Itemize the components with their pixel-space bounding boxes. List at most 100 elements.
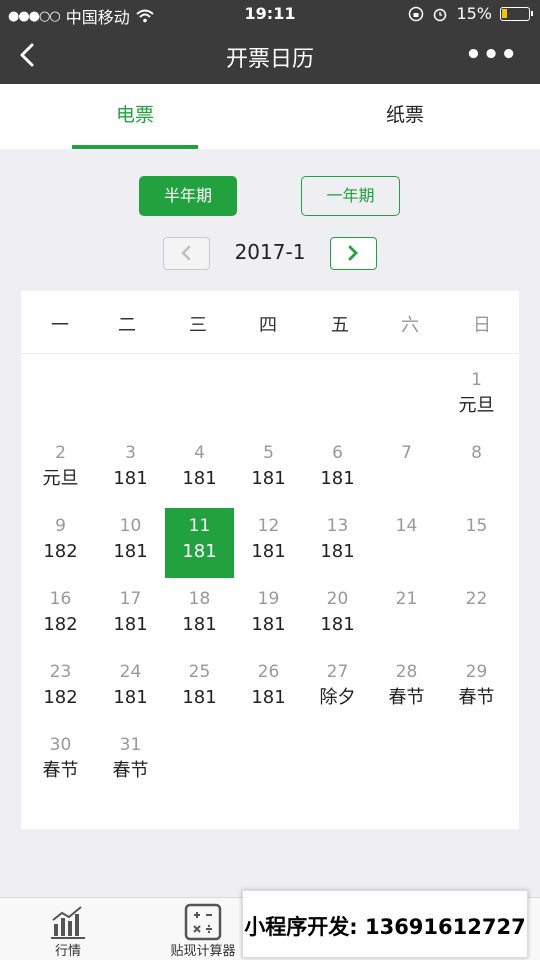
calendar-day[interactable]: 3 181 xyxy=(96,435,165,505)
day-number: 9 xyxy=(55,516,66,536)
calendar-day[interactable]: 24 181 xyxy=(96,654,165,724)
status-right: 15% xyxy=(408,4,533,23)
calendar-day[interactable]: 28 春节 xyxy=(372,654,441,724)
calendar-day[interactable]: 8 xyxy=(442,435,511,505)
tab-electronic[interactable]: 电票 xyxy=(0,84,270,149)
one-year-button[interactable]: 一年期 xyxy=(301,176,400,216)
calendar-day[interactable]: 25 181 xyxy=(165,654,234,724)
more-menu-icon[interactable]: ••• xyxy=(465,40,518,70)
calendar-day[interactable]: 27 除夕 xyxy=(303,654,372,724)
calendar-day[interactable]: 10 181 xyxy=(96,508,165,578)
day-number: 23 xyxy=(49,662,72,682)
day-number: 19 xyxy=(257,589,280,609)
day-number: 2 xyxy=(55,443,66,463)
next-month-button[interactable] xyxy=(330,237,377,270)
tabbar-item-calculator[interactable]: 贴现计算器 xyxy=(160,898,246,960)
calendar-day[interactable]: 2 元旦 xyxy=(26,435,95,505)
ticket-type-tabs: 电票 纸票 xyxy=(0,84,540,149)
day-number: 16 xyxy=(49,589,72,609)
day-number: 20 xyxy=(326,589,349,609)
calendar-day[interactable]: 22 xyxy=(442,581,511,651)
calendar-day[interactable]: 12 181 xyxy=(234,508,303,578)
nav-bar: 开票日历 ••• xyxy=(0,28,540,84)
battery-percent: 15% xyxy=(456,4,492,23)
weekday-thu: 四 xyxy=(259,315,277,336)
day-number: 17 xyxy=(119,589,142,609)
weekday-wed: 三 xyxy=(189,315,207,336)
day-number: 12 xyxy=(257,516,280,536)
tab-paper[interactable]: 纸票 xyxy=(270,84,540,149)
day-number: 11 xyxy=(188,516,211,536)
half-year-button[interactable]: 半年期 xyxy=(139,176,237,216)
calendar-day[interactable]: 20 181 xyxy=(303,581,372,651)
calendar-day[interactable]: 13 181 xyxy=(303,508,372,578)
day-number: 6 xyxy=(332,443,343,463)
day-value: 181 xyxy=(113,614,148,635)
day-number: 26 xyxy=(257,662,280,682)
calendar-day[interactable]: 9 182 xyxy=(26,508,95,578)
calendar-day[interactable]: 7 xyxy=(372,435,441,505)
calendar-day[interactable]: 19 181 xyxy=(234,581,303,651)
day-value: 181 xyxy=(251,541,286,562)
calendar-day[interactable]: 21 xyxy=(372,581,441,651)
weekday-tue: 二 xyxy=(118,315,136,336)
calendar-day[interactable]: 18 181 xyxy=(165,581,234,651)
day-value: 181 xyxy=(113,541,148,562)
weekday-fri: 五 xyxy=(331,315,349,336)
day-number: 29 xyxy=(465,662,488,682)
active-tab-indicator xyxy=(72,145,198,149)
calendar-day[interactable]: 26 181 xyxy=(234,654,303,724)
day-value: 春节 xyxy=(388,687,425,708)
day-number: 15 xyxy=(465,516,488,536)
current-month: 2017-1 xyxy=(234,240,306,264)
promo-text: 小程序开发: 13691612727 xyxy=(244,915,526,939)
day-value: 元旦 xyxy=(42,468,79,489)
promo-banner: 小程序开发: 13691612727 xyxy=(242,890,528,958)
day-number: 21 xyxy=(395,589,418,609)
calendar-day[interactable]: 17 181 xyxy=(96,581,165,651)
day-value: 181 xyxy=(182,614,217,635)
calendar-day[interactable]: 14 xyxy=(372,508,441,578)
day-number: 28 xyxy=(395,662,418,682)
battery-icon xyxy=(500,6,533,21)
day-value: 元旦 xyxy=(458,395,495,416)
day-number: 30 xyxy=(49,735,72,755)
day-value: 182 xyxy=(43,687,78,708)
day-number: 24 xyxy=(119,662,142,682)
day-value: 181 xyxy=(251,687,286,708)
prev-month-button[interactable] xyxy=(163,237,210,270)
day-value: 181 xyxy=(251,468,286,489)
page-title: 开票日历 xyxy=(225,47,314,72)
chevron-left-icon xyxy=(181,245,191,261)
calendar-day[interactable]: 1 元旦 xyxy=(442,362,511,432)
calendar-day[interactable]: 29 春节 xyxy=(442,654,511,724)
weekday-mon: 一 xyxy=(51,315,69,336)
day-value: 181 xyxy=(320,614,355,635)
day-value: 181 xyxy=(320,468,355,489)
day-value: 181 xyxy=(182,541,217,562)
day-value: 181 xyxy=(113,687,148,708)
day-number: 25 xyxy=(188,662,211,682)
calendar-day[interactable]: 30 春节 xyxy=(26,727,95,797)
day-number: 7 xyxy=(401,443,412,463)
day-number: 18 xyxy=(188,589,211,609)
calendar-day[interactable]: 16 182 xyxy=(26,581,95,651)
tabbar-label-calculator: 贴现计算器 xyxy=(170,944,236,959)
calendar-day[interactable]: 6 181 xyxy=(303,435,372,505)
day-value: 春节 xyxy=(112,760,149,781)
calendar-day[interactable]: 5 181 xyxy=(234,435,303,505)
calendar-day[interactable]: 4 181 xyxy=(165,435,234,505)
day-value: 181 xyxy=(113,468,148,489)
calendar-day[interactable]: 11 181 xyxy=(165,508,234,578)
calendar-day[interactable]: 23 182 xyxy=(26,654,95,724)
status-bar: ●●●○○ 中国移动 19:11 15% xyxy=(0,0,540,28)
day-value: 181 xyxy=(182,687,217,708)
calendar-day[interactable]: 15 xyxy=(442,508,511,578)
day-number: 22 xyxy=(465,589,488,609)
calculator-icon xyxy=(184,903,222,941)
tabbar-item-market[interactable]: 行情 xyxy=(18,898,118,960)
day-number: 14 xyxy=(395,516,418,536)
calendar-day[interactable]: 31 春节 xyxy=(96,727,165,797)
day-number: 13 xyxy=(326,516,349,536)
day-number: 27 xyxy=(326,662,349,682)
